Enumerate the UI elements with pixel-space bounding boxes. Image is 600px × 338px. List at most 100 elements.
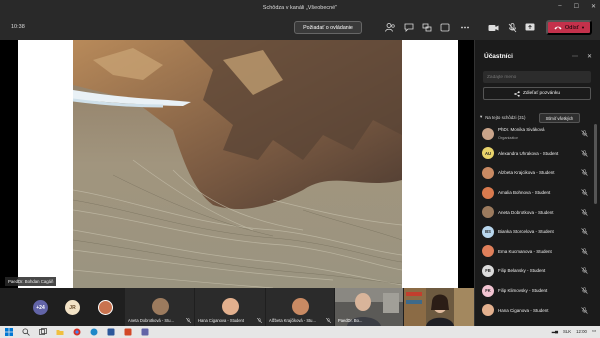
participants-icon[interactable] [383, 21, 397, 34]
section-label: Na tejto schôdzi (31) [485, 114, 526, 120]
tile-name: Aneta Dobrotková - Stu... [128, 318, 174, 323]
minimize-icon[interactable]: – [558, 3, 561, 10]
phone-hangup-icon [554, 26, 562, 30]
participant-name: Aneta Dobrotkova - Student [498, 209, 554, 215]
participant-row[interactable]: Hana Ciganova - Student [474, 300, 592, 320]
participant-name: Amalia Bohnova - Student [498, 190, 551, 196]
participant-tile[interactable]: Aneta Dobrotková - Stu... [125, 288, 194, 326]
mic-muted-icon [581, 248, 588, 255]
mic-muted-icon [257, 318, 262, 323]
word-icon[interactable] [107, 328, 115, 336]
participant-row[interactable]: FK Filip Klimovsky - Student [474, 281, 592, 301]
self-video-feed [404, 288, 474, 326]
avatar [222, 298, 239, 315]
participant-row[interactable]: Amalia Bohnova - Student [474, 183, 592, 203]
maximize-icon[interactable]: ☐ [574, 3, 579, 10]
mic-muted-icon [186, 318, 191, 323]
shared-content-stage: PaedDr. Bohdan Cagáň [0, 40, 474, 288]
notifications-icon[interactable]: ▭ [592, 328, 596, 334]
system-tray: ▂▄ SLK 12:00 ▭ [552, 328, 596, 334]
self-video-tile [404, 288, 474, 326]
teams-icon[interactable] [141, 328, 149, 336]
camera-icon[interactable] [486, 21, 500, 34]
avatar [482, 304, 494, 317]
avatar: AU [482, 147, 494, 160]
panel-title: Účastníci [484, 53, 513, 60]
close-window-icon[interactable]: ✕ [591, 3, 596, 10]
presenter-name-label: PaedDr. Bohdan Cagáň [5, 277, 57, 286]
avatar [482, 166, 494, 179]
task-view-icon[interactable] [39, 328, 47, 336]
participant-row[interactable]: FB Filip Belansky - Student [474, 261, 592, 281]
powerpoint-icon[interactable] [124, 328, 132, 336]
title-bar: Schôdza v kanáli „Všeobecné" – ☐ ✕ [0, 0, 600, 16]
mic-muted-icon [581, 287, 588, 294]
chevron-down-icon: ▾ [480, 114, 483, 119]
chevron-down-icon[interactable]: ▾ [582, 25, 584, 31]
more-options-icon[interactable] [458, 21, 472, 34]
aerial-landscape-image [73, 40, 402, 288]
participant-name: Hana Ciganova - Student [498, 307, 549, 313]
windows-taskbar: ▂▄ SLK 12:00 ▭ [0, 326, 600, 338]
share-invite-button[interactable]: Zdieľať pozvánku [483, 87, 591, 100]
avatar [151, 298, 169, 315]
avatar [482, 245, 494, 258]
clock[interactable]: 12:00 [576, 329, 587, 334]
participant-name: Ema Kucmanova - Student [498, 248, 552, 254]
language-indicator[interactable]: SLK [563, 329, 571, 334]
windows-start-icon[interactable] [5, 328, 13, 336]
window-title: Schôdza v kanáli „Všeobecné" [262, 5, 338, 11]
participant-row[interactable]: AU Alexandra Uhrakova - Student [474, 144, 592, 164]
participant-role: Organizátor [498, 136, 518, 140]
tile-name: Hana Ciganova - Student [198, 318, 244, 323]
request-control-button[interactable]: Požiadať o ovládanie [294, 21, 362, 34]
pop-out-icon[interactable]: ⋯ [572, 53, 578, 60]
share-icon [514, 90, 520, 97]
leave-button[interactable]: Odísť ▾ [546, 20, 592, 35]
mic-muted-icon [581, 189, 588, 196]
mic-muted-icon [581, 169, 588, 177]
participant-name: Filip Klimovsky - Student [498, 288, 548, 294]
participant-name: PhDr. Monika Siváková [498, 127, 545, 132]
participant-tile[interactable]: Hana Ciganova - Student [195, 288, 265, 326]
avatar: FB [482, 264, 494, 277]
avatar [98, 300, 113, 315]
close-icon[interactable]: ✕ [587, 53, 592, 60]
participant-row[interactable]: Aneta Dobrotkova - Student [474, 202, 592, 222]
chat-icon[interactable] [402, 21, 416, 34]
participant-row[interactable]: PhDr. Monika Siváková Organizátor [474, 124, 592, 144]
avatar: BS [482, 225, 494, 238]
mute-all-button[interactable]: Stlmiť všetkých [539, 113, 580, 123]
avatar [482, 127, 494, 140]
breakout-rooms-icon[interactable] [420, 21, 434, 34]
avatar [482, 206, 494, 219]
section-header[interactable]: ▾ Na tejto schôdzi (31) [480, 114, 526, 120]
participant-tile[interactable]: Alžbeta Krajčiková - Stu... [266, 288, 334, 326]
file-explorer-icon[interactable] [56, 328, 64, 336]
reactions-icon[interactable] [438, 21, 452, 34]
avatar: JR [65, 300, 80, 315]
participant-list: PhDr. Monika Siváková Organizátor AU Alexan… [474, 124, 592, 320]
presenter-video-tile[interactable]: PaedDr. Bo... [335, 288, 403, 326]
mic-muted-icon [326, 318, 331, 323]
share-screen-icon[interactable] [523, 21, 537, 34]
participant-row[interactable]: Ema Kucmanova - Student [474, 242, 592, 262]
presentation-slide [18, 40, 458, 288]
network-icon[interactable]: ▂▄ [552, 328, 558, 334]
edge-icon[interactable] [90, 328, 98, 336]
mic-muted-icon [581, 150, 588, 157]
meeting-timer: 10:38 [11, 24, 25, 30]
avatar: FK [482, 284, 494, 297]
invite-search-input[interactable] [483, 71, 591, 83]
next-slide-arrow-icon[interactable] [439, 152, 449, 166]
more-participants-badge[interactable]: +24 [33, 300, 48, 315]
participant-row[interactable]: Alzbeta Krajcikova - Student [474, 163, 592, 183]
browser-icon[interactable] [73, 328, 81, 336]
mic-muted-icon[interactable] [505, 21, 519, 34]
mic-muted-icon [581, 130, 588, 138]
participant-row[interactable]: BS Bianka Storcelova - Student [474, 222, 592, 242]
search-icon[interactable] [22, 328, 30, 336]
panel-scrollbar[interactable] [594, 124, 597, 204]
tile-name: PaedDr. Bo... [338, 318, 363, 323]
teams-meeting-window: Schôdza v kanáli „Všeobecné" – ☐ ✕ 10:38… [0, 0, 600, 338]
